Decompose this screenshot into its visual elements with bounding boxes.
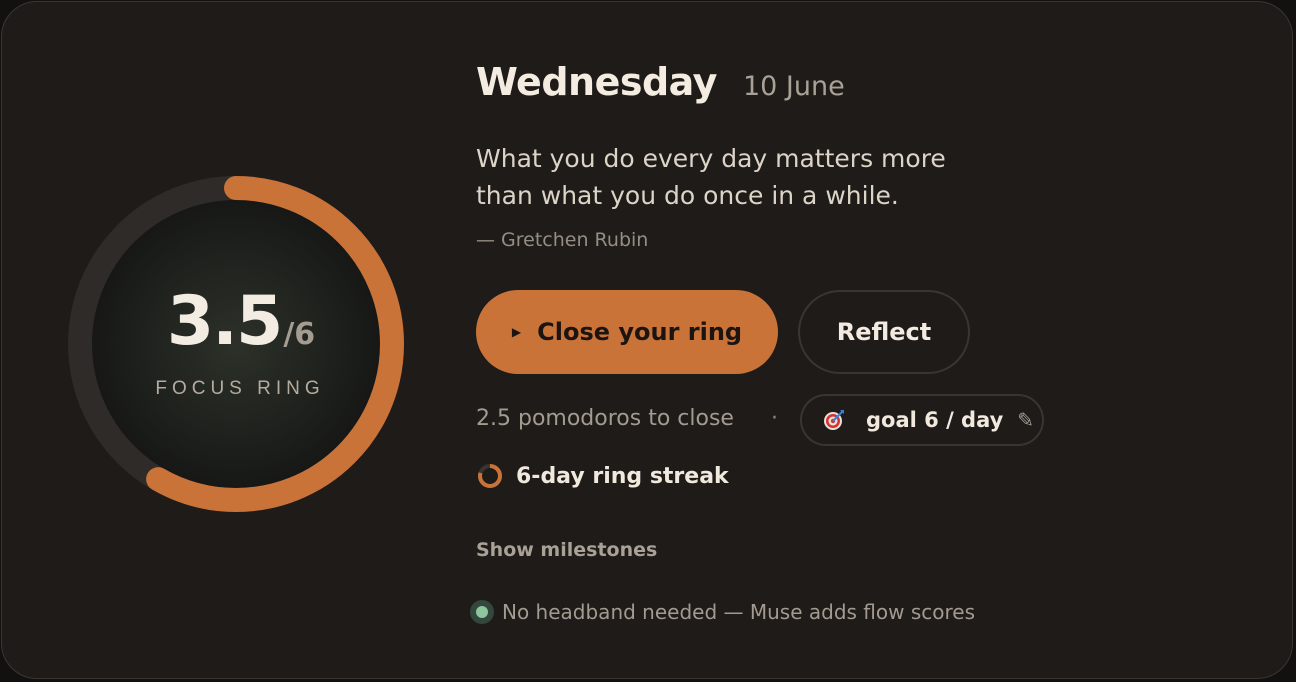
daily-quote: What you do every day matters more than …	[476, 140, 1036, 214]
close-ring-button[interactable]: ▶ Close your ring	[476, 290, 778, 374]
ring-value: 3.5 /6	[167, 288, 315, 356]
focus-ring: 3.5 /6 FOCUS RING	[64, 172, 408, 516]
quote-author: — Gretchen Rubin	[476, 229, 649, 251]
pencil-icon: ✎	[1017, 408, 1035, 432]
reflect-button[interactable]: Reflect	[798, 290, 970, 374]
goal-label: goal 6 / day	[866, 408, 1004, 432]
separator-dot: ·	[771, 406, 778, 431]
ring-center: 3.5 /6 FOCUS RING	[64, 172, 408, 516]
date-header: Wednesday 10 June	[476, 60, 845, 104]
show-milestones-link[interactable]: Show milestones	[476, 539, 657, 561]
goal-chip[interactable]: goal 6 / day ✎	[800, 394, 1044, 446]
play-icon: ▶	[511, 325, 522, 339]
streak-label: 6-day ring streak	[516, 463, 729, 489]
ring-streak: 6-day ring streak	[476, 462, 729, 490]
ring-streak-icon	[478, 464, 502, 488]
day-title: Wednesday	[476, 60, 717, 104]
target-icon	[824, 410, 844, 430]
quote-line-2: than what you do once in a while.	[476, 181, 899, 210]
status-dot-icon	[470, 600, 494, 624]
ring-done-value: 3.5	[166, 282, 283, 361]
muse-note: No headband needed — Muse adds flow scor…	[470, 600, 975, 624]
muse-note-text: No headband needed — Muse adds flow scor…	[502, 600, 976, 624]
quote-line-1: What you do every day matters more	[476, 144, 946, 173]
date-label: 10 June	[742, 71, 845, 102]
reflect-label: Reflect	[836, 318, 932, 346]
close-ring-label: Close your ring	[537, 318, 743, 346]
focus-card: 3.5 /6 FOCUS RING Wednesday 10 June What…	[1, 1, 1293, 679]
ring-goal-value: /6	[283, 317, 316, 352]
pomodoros-remaining: 2.5 pomodoros to close	[476, 406, 734, 431]
ring-label: FOCUS RING	[155, 378, 325, 399]
